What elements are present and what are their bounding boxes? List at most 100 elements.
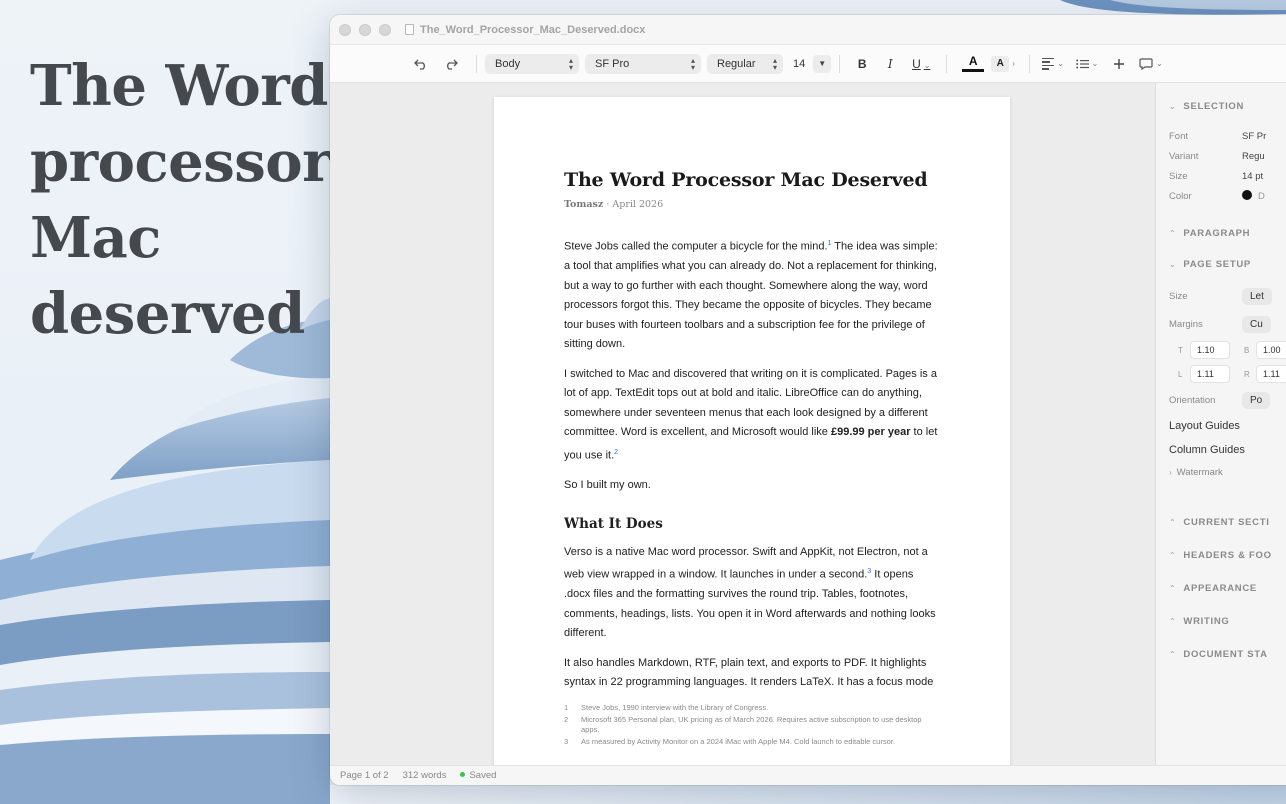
list-button[interactable]: ⌄ — [1072, 52, 1102, 76]
prop-label: Size — [1169, 170, 1188, 182]
formatting-toolbar: Body ▴ ▾ SF Pro ▴ ▾ Regular ▴ ▾ 14 ▼ B I U ⌄… — [330, 45, 1286, 83]
section-title: APPEARANCE — [1183, 583, 1257, 594]
highlight-color-button[interactable]: A — [991, 55, 1010, 72]
footnote-number: 1 — [564, 703, 569, 712]
chevron-up-icon: ⌃ — [1169, 617, 1177, 626]
prop-color[interactable]: Color D — [1169, 186, 1286, 206]
save-status: Saved — [460, 770, 510, 781]
prop-font[interactable]: Font SF Pr — [1169, 126, 1286, 146]
zoom-window-button[interactable] — [379, 23, 391, 36]
paragraph: Steve Jobs called the computer a bicycle… — [564, 234, 940, 355]
prop-variant[interactable]: Variant Regu — [1169, 146, 1286, 166]
app-window: The_Word_Processor_Mac_Deserved.docx Bod… — [330, 15, 1286, 785]
margin-left-input[interactable]: 1.11 — [1190, 365, 1230, 383]
alignment-button[interactable]: ⌄ — [1038, 52, 1068, 76]
section-heading: What It Does — [564, 516, 663, 533]
section-current-section-header[interactable]: ⌃ CURRENT SECTI — [1169, 506, 1286, 539]
redo-icon — [447, 59, 458, 70]
chevron-down-icon: ⌄ — [1169, 102, 1177, 111]
paragraph: Verso is a native Mac word processor. Sw… — [564, 543, 940, 644]
document-meta: Tomasz · April 2026 — [564, 199, 940, 210]
section-headers-footers-header[interactable]: ⌃ HEADERS & FOO — [1169, 539, 1286, 572]
chevron-up-icon: ⌃ — [1169, 584, 1177, 593]
section-writing-header[interactable]: ⌃ WRITING — [1169, 605, 1286, 638]
footnote-number: 3 — [564, 737, 569, 746]
margin-right-input[interactable]: 1.11 — [1256, 365, 1286, 383]
margin-bottom-input[interactable]: 1.00 — [1256, 341, 1286, 359]
footnote-text: As measured by Activity Monitor on a 202… — [581, 737, 895, 746]
document-filename: The_Word_Processor_Mac_Deserved.docx — [420, 23, 646, 36]
insert-button[interactable] — [1106, 52, 1132, 76]
chevron-down-icon: › — [1012, 59, 1015, 68]
section-title: WRITING — [1183, 616, 1230, 627]
paragraph: I switched to Mac and discovered that wr… — [564, 365, 940, 466]
undo-button[interactable] — [408, 52, 434, 76]
watermark-item[interactable]: › Watermark — [1169, 462, 1286, 482]
list-icon — [1075, 59, 1089, 68]
comment-button[interactable]: ⌄ — [1136, 52, 1166, 76]
page-count: Page 1 of 2 — [340, 770, 389, 781]
close-window-button[interactable] — [339, 23, 351, 36]
paragraph-style-select[interactable]: Body ▴ ▾ — [485, 53, 579, 74]
margin-top-input[interactable]: 1.10 — [1190, 341, 1230, 359]
font-family-value: SF Pro — [595, 57, 630, 70]
word-count[interactable]: 312 words — [403, 770, 447, 781]
footnotes: 1 Steve Jobs, 1990 interview with the Lib… — [564, 703, 940, 749]
document-title: The_Word_Processor_Mac_Deserved.docx — [405, 24, 645, 36]
text-run: Steve Jobs called the computer a bicycle… — [564, 240, 828, 253]
paragraph: It also handles Markdown, RTF, plain tex… — [564, 656, 934, 689]
text-color-button[interactable]: A — [961, 55, 985, 72]
font-size-dropdown[interactable]: ▼ — [813, 54, 832, 73]
prop-label: Color — [1169, 190, 1192, 202]
section-selection-header[interactable]: ⌄ SELECTION — [1169, 101, 1286, 112]
font-size-value[interactable]: 14 — [793, 58, 805, 70]
underline-label: U — [912, 56, 921, 71]
section-document-stats-header[interactable]: ⌃ DOCUMENT STA — [1169, 638, 1286, 671]
paragraph-style-value: Body — [495, 57, 521, 70]
minimize-window-button[interactable] — [359, 23, 371, 36]
page-size-select[interactable]: Let — [1242, 287, 1272, 305]
undo-icon — [414, 59, 425, 70]
prop-label: Variant — [1169, 150, 1199, 162]
prop-value: Regu — [1242, 150, 1265, 162]
column-guides-item[interactable]: Column Guides — [1169, 438, 1286, 462]
chevron-down-icon: ▼ — [818, 59, 827, 68]
document-date: April 2026 — [612, 199, 664, 210]
margin-top-label: T — [1178, 345, 1183, 355]
section-paragraph-header[interactable]: ⌃ PARAGRAPH — [1169, 228, 1286, 239]
main-content: The Word Processor Mac Deserved Tomasz ·… — [330, 83, 1286, 765]
prop-size[interactable]: Size 14 pt — [1169, 166, 1286, 186]
prop-value: D — [1258, 191, 1265, 202]
section-appearance-header[interactable]: ⌃ APPEARANCE — [1169, 572, 1286, 605]
prop-value: SF Pr — [1242, 130, 1267, 142]
section-title: HEADERS & FOO — [1183, 550, 1272, 561]
section-title: PARAGRAPH — [1183, 228, 1251, 239]
document-page[interactable]: The Word Processor Mac Deserved Tomasz ·… — [494, 97, 1010, 765]
document-canvas: The Word Processor Mac Deserved Tomasz ·… — [330, 83, 1155, 765]
orientation-select[interactable]: Po — [1242, 391, 1271, 409]
font-weight-select[interactable]: Regular ▴ ▾ — [707, 53, 783, 74]
font-family-select[interactable]: SF Pro ▴ ▾ — [585, 53, 701, 74]
underline-button[interactable]: U ⌄ — [904, 57, 938, 71]
document-heading: The Word Processor Mac Deserved — [564, 169, 928, 191]
section-title: CURRENT SECTI — [1183, 517, 1270, 528]
chevron-down-icon: ⌄ — [1057, 59, 1064, 68]
bold-button[interactable]: B — [848, 57, 876, 71]
prop-value: 14 pt — [1242, 170, 1264, 182]
comment-icon — [1139, 57, 1153, 70]
redo-button[interactable] — [438, 52, 464, 76]
font-weight-value: Regular — [717, 57, 756, 70]
margin-left-label: L — [1178, 369, 1183, 379]
prop-label: Orientation — [1169, 394, 1216, 406]
save-status-label: Saved — [469, 770, 497, 781]
chevron-right-icon: › — [1169, 467, 1172, 477]
italic-button[interactable]: I — [876, 57, 904, 71]
margins-select[interactable]: Cu — [1242, 315, 1271, 333]
section-title: SELECTION — [1183, 101, 1245, 112]
footnote-ref[interactable]: 2 — [614, 449, 618, 456]
layout-guides-item[interactable]: Layout Guides — [1169, 414, 1286, 438]
chevron-down-icon: ⌄ — [1169, 260, 1177, 269]
section-page-setup-header[interactable]: ⌄ PAGE SETUP — [1169, 259, 1286, 270]
color-swatch — [1242, 190, 1252, 200]
saved-dot-icon — [460, 772, 466, 777]
